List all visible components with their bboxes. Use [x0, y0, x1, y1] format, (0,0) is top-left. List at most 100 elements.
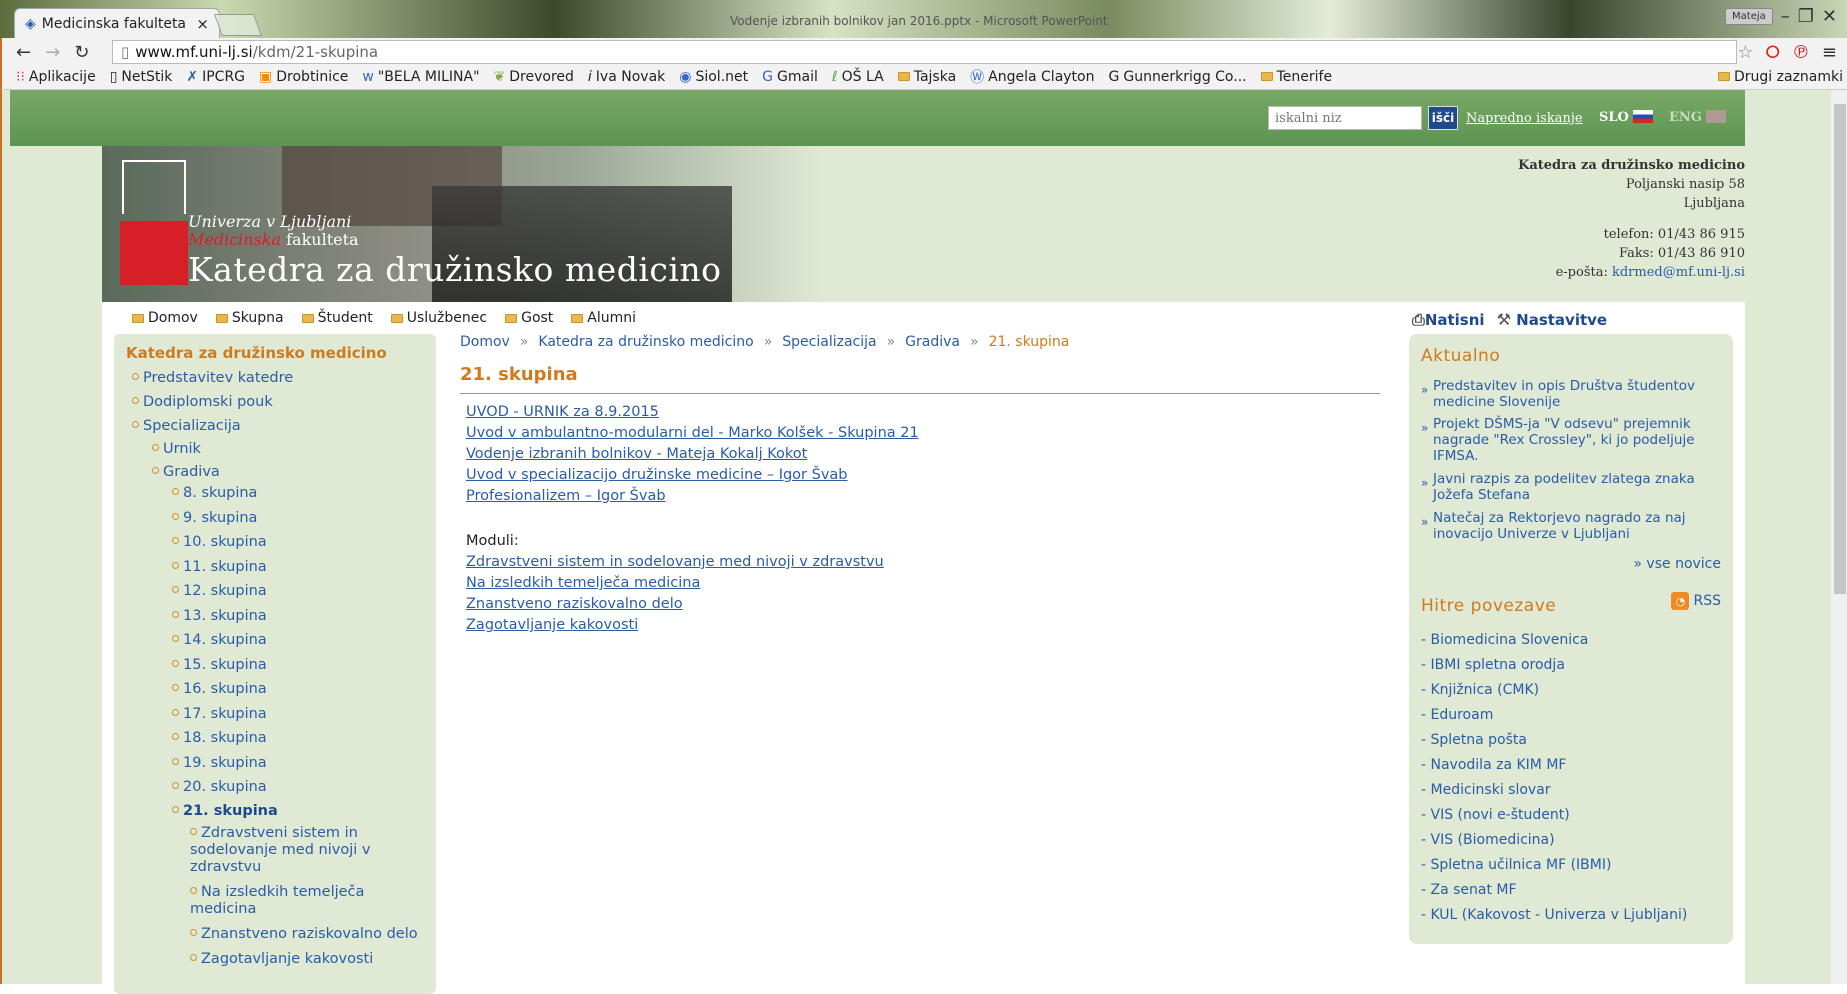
left-nav-item[interactable]: 11. skupina	[172, 559, 267, 575]
back-icon[interactable]: ←	[16, 42, 31, 63]
new-tab-button[interactable]	[213, 14, 263, 36]
bookmark-item[interactable]: Tajska	[897, 69, 956, 85]
left-nav-item[interactable]: 14. skupina	[172, 632, 267, 648]
bookmark-item[interactable]: G Gmail	[762, 69, 818, 85]
menu-item-domov[interactable]: Domov	[132, 310, 198, 326]
star-icon[interactable]: ☆	[1737, 42, 1753, 63]
search-button[interactable]: išči	[1428, 106, 1458, 130]
browser-tab[interactable]: ◈ Medicinska fakulteta ×	[14, 8, 220, 38]
user-badge[interactable]: Mateja	[1725, 8, 1773, 25]
left-nav-item[interactable]: Gradiva	[152, 464, 220, 480]
menu-item-alumni[interactable]: Alumni	[571, 310, 636, 326]
all-news-link[interactable]: » vse novice	[1633, 556, 1721, 572]
search-input[interactable]	[1268, 106, 1422, 130]
document-link[interactable]: Uvod v specializacijo družinske medicine…	[466, 465, 1380, 486]
module-link[interactable]: Zdravstveni sistem in sodelovanje med ni…	[466, 552, 1380, 573]
bookmark-item[interactable]: w "BELA MILINA"	[362, 69, 479, 85]
left-nav-item[interactable]: 12. skupina	[172, 583, 267, 599]
quick-link[interactable]: - VIS (novi e-študent)	[1421, 807, 1570, 823]
left-nav-item[interactable]: Dodiplomski pouk	[132, 394, 273, 410]
left-nav-item[interactable]: 20. skupina	[172, 779, 267, 795]
url-input[interactable]: ▯ www.mf.uni-lj.si/kdm/21-skupina	[112, 40, 1737, 64]
module-link[interactable]: Zagotavljanje kakovosti	[466, 615, 1380, 636]
bookmark-item[interactable]: ❦ Drevored	[494, 69, 574, 85]
left-nav-item[interactable]: 8. skupina	[172, 485, 257, 501]
menu-item-student[interactable]: Študent	[301, 310, 373, 326]
left-nav-item[interactable]: 18. skupina	[172, 730, 267, 746]
left-nav-item[interactable]: Zdravstveni sistem in sodelovanje med ni…	[190, 825, 390, 876]
bookmark-item[interactable]: ✗ IPCRG	[186, 69, 245, 85]
opera-icon[interactable]: ⭘	[1766, 42, 1780, 63]
left-nav-item[interactable]: 15. skupina	[172, 657, 267, 673]
left-nav-item[interactable]: Predstavitev katedre	[132, 370, 293, 386]
module-link[interactable]: Znanstveno raziskovalno delo	[466, 594, 1380, 615]
bookmark-item[interactable]: G Gunnerkrigg Co...	[1108, 69, 1246, 85]
menu-item-skupna[interactable]: Skupna	[215, 310, 284, 326]
left-nav-item[interactable]: Znanstveno raziskovalno delo	[190, 926, 418, 942]
header-banner[interactable]: Univerza v Ljubljani Medicinska fakultet…	[102, 146, 822, 302]
bookmark-item[interactable]: ▯ NetStik	[110, 69, 173, 85]
reload-icon[interactable]: ↻	[74, 42, 89, 63]
breadcrumb-link[interactable]: Gradiva	[905, 334, 960, 350]
document-link[interactable]: Vodenje izbranih bolnikov - Mateja Kokal…	[466, 444, 1380, 465]
bookmark-item[interactable]: ▣ Drobtinice	[259, 69, 348, 85]
rss-link[interactable]: ◔ RSS	[1671, 592, 1721, 610]
menu-item-gost[interactable]: Gost	[505, 310, 553, 326]
bookmark-other[interactable]: Drugi zaznamki	[1718, 69, 1847, 85]
document-link[interactable]: Profesionalizem – Igor Švab	[466, 486, 1380, 507]
bookmark-item[interactable]: ℓ OŠ LA	[832, 69, 884, 85]
left-nav-item[interactable]: 9. skupina	[172, 510, 257, 526]
quick-link[interactable]: - Za senat MF	[1421, 882, 1517, 898]
breadcrumb-link[interactable]: Specializacija	[782, 334, 876, 350]
bookmark-item[interactable]: Ⓦ Angela Clayton	[970, 67, 1094, 87]
quick-link[interactable]: - Medicinski slovar	[1421, 782, 1551, 798]
page-scrollbar[interactable]	[1831, 90, 1847, 984]
breadcrumb-link[interactable]: Domov	[460, 334, 510, 350]
left-nav-item[interactable]: 10. skupina	[172, 534, 267, 550]
quick-link[interactable]: - Knjižnica (CMK)	[1421, 682, 1539, 698]
left-nav-item[interactable]: 13. skupina	[172, 608, 267, 624]
menu-icon[interactable]: ≡	[1822, 42, 1837, 63]
bookmark-item[interactable]: ◉ Siol.net	[679, 69, 748, 85]
left-nav-item[interactable]: Specializacija	[132, 418, 241, 434]
forward-icon[interactable]: →	[45, 42, 60, 63]
news-item[interactable]: » Projekt DŠMS-ja "V odsevu" prejemnik na…	[1421, 416, 1721, 464]
left-nav-item[interactable]: 16. skupina	[172, 681, 267, 697]
settings-link[interactable]: ⚒ Nastavitve	[1497, 310, 1608, 330]
bookmark-apps[interactable]: ⁝⁝ Aplikacije	[16, 69, 96, 85]
scrollbar-thumb[interactable]	[1834, 104, 1846, 594]
print-link[interactable]: ⎙Natisni	[1412, 310, 1485, 330]
bookmark-item[interactable]: i Iva Novak	[588, 69, 665, 85]
quick-link[interactable]: - VIS (Biomedicina)	[1421, 832, 1555, 848]
news-item[interactable]: » Natečaj za Rektorjevo nagrado za naj in…	[1421, 510, 1721, 542]
news-item[interactable]: » Predstavitev in opis Društva študentov …	[1421, 378, 1721, 410]
quick-link[interactable]: - Navodila za KIM MF	[1421, 757, 1566, 773]
quick-link[interactable]: - Spletna pošta	[1421, 732, 1527, 748]
minimize-icon[interactable]: –	[1781, 6, 1790, 27]
advanced-search-link[interactable]: Napredno iskanje	[1466, 111, 1583, 126]
left-nav-item[interactable]: 19. skupina	[172, 755, 267, 771]
lang-slo-link[interactable]: SLO	[1599, 110, 1653, 125]
close-window-icon[interactable]: ✕	[1822, 6, 1837, 27]
left-nav-item-active[interactable]: 21. skupina	[172, 803, 278, 819]
left-nav-item[interactable]: Na izsledkih temelječa medicina	[190, 884, 390, 918]
document-link[interactable]: UVOD - URNIK za 8.9.2015	[466, 402, 1380, 423]
module-link[interactable]: Na izsledkih temelječa medicina	[466, 573, 1380, 594]
quick-link[interactable]: - Biomedicina Slovenica	[1421, 632, 1588, 648]
email-link[interactable]: kdrmed@mf.uni-lj.si	[1612, 265, 1745, 280]
left-nav-item[interactable]: Zagotavljanje kakovosti	[190, 951, 373, 967]
bookmark-item[interactable]: Tenerife	[1260, 69, 1332, 85]
quick-link[interactable]: - IBMI spletna orodja	[1421, 657, 1565, 673]
maximize-icon[interactable]: ❐	[1798, 6, 1814, 27]
pinterest-icon[interactable]: ℗	[1792, 42, 1810, 63]
close-icon[interactable]: ×	[196, 15, 209, 33]
breadcrumb-link[interactable]: Katedra za družinsko medicino	[538, 334, 753, 350]
quick-link[interactable]: - Eduroam	[1421, 707, 1493, 723]
left-nav-item[interactable]: Urnik	[152, 441, 201, 457]
left-nav-item[interactable]: 17. skupina	[172, 706, 267, 722]
menu-item-usluzbenec[interactable]: Uslužbenec	[390, 310, 487, 326]
quick-link[interactable]: - Spletna učilnica MF (IBMI)	[1421, 857, 1611, 873]
document-link[interactable]: Uvod v ambulantno-modularni del - Marko …	[466, 423, 1380, 444]
news-item[interactable]: » Javni razpis za podelitev zlatega znaka…	[1421, 471, 1721, 503]
lang-eng-link[interactable]: ENG	[1669, 110, 1726, 125]
